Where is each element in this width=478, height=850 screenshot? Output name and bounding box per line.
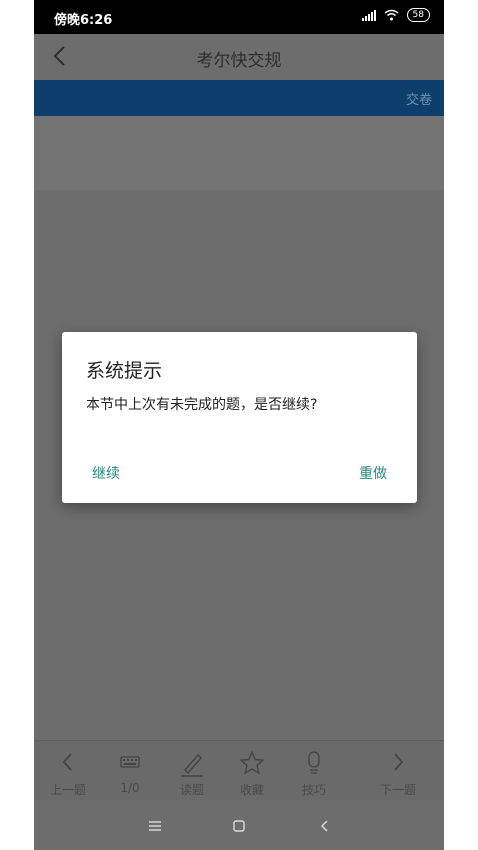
- read-question-button[interactable]: 读题: [162, 741, 222, 801]
- phone-screen: 傍晚6:26 58 考尔快交规 交卷 系统提示 本节中上次有未完成的题，是否继续…: [34, 0, 444, 850]
- bottom-toolbar: 上一题 1/0 读题 收藏 技巧 下一题: [34, 740, 444, 801]
- status-time: 傍晚6:26: [54, 13, 113, 28]
- favorite-button[interactable]: 收藏: [222, 741, 282, 801]
- back-icon[interactable]: [313, 814, 337, 838]
- question-area: [34, 116, 444, 190]
- tool-label: 技巧: [301, 783, 326, 797]
- dialog-message: 本节中上次有未完成的题，是否继续?: [86, 397, 318, 413]
- tips-button[interactable]: 技巧: [284, 741, 344, 801]
- chevron-left-icon: [62, 753, 72, 771]
- prev-question-button[interactable]: 上一题: [38, 741, 98, 801]
- star-icon: [239, 750, 265, 775]
- status-icons: 58: [361, 8, 430, 22]
- bulb-icon: [308, 751, 320, 774]
- chevron-right-icon: [394, 753, 404, 771]
- tool-label: 上一题: [49, 783, 86, 797]
- tool-label: 下一题: [379, 783, 416, 797]
- signal-icon: [361, 9, 376, 21]
- pencil-icon: [181, 753, 203, 777]
- submit-exam-button[interactable]: 交卷: [406, 89, 432, 108]
- home-icon[interactable]: [227, 814, 251, 838]
- keyboard-icon: [120, 756, 140, 768]
- battery-icon: 58: [406, 8, 430, 22]
- app-header: 考尔快交规: [34, 34, 444, 80]
- continue-button[interactable]: 继续: [92, 463, 120, 483]
- exam-toolbar: 交卷: [34, 80, 444, 116]
- system-nav-bar: [34, 800, 444, 850]
- next-question-button[interactable]: 下一题: [368, 741, 428, 801]
- tool-label: 收藏: [239, 783, 264, 797]
- tool-label: 1/0: [120, 781, 140, 795]
- page-title: 考尔快交规: [196, 51, 282, 71]
- menu-icon[interactable]: [143, 814, 167, 838]
- redo-button[interactable]: 重做: [359, 463, 387, 483]
- status-bar: 傍晚6:26 58: [34, 0, 444, 34]
- wifi-icon: [384, 9, 399, 21]
- dialog-title: 系统提示: [86, 360, 163, 382]
- resume-dialog: 系统提示 本节中上次有未完成的题，是否继续? 继续 重做: [62, 332, 417, 503]
- tool-label: 读题: [179, 783, 204, 797]
- question-index-button[interactable]: 1/0: [100, 741, 160, 801]
